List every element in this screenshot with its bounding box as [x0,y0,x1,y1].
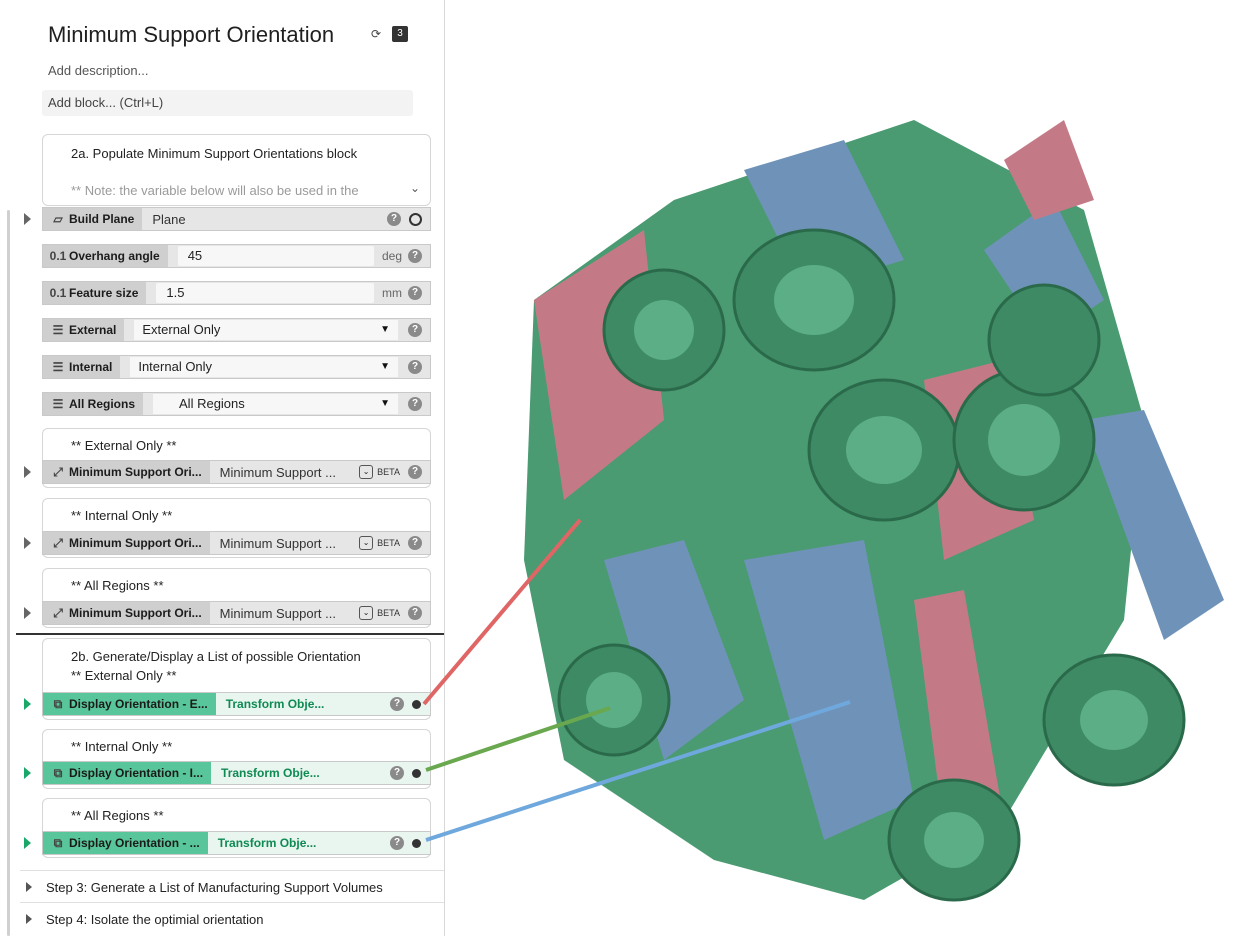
connector-lines [422,518,851,842]
external-connector-line [422,518,582,706]
all-regions-connector-line [425,700,851,842]
internal-connector-line [425,706,611,772]
